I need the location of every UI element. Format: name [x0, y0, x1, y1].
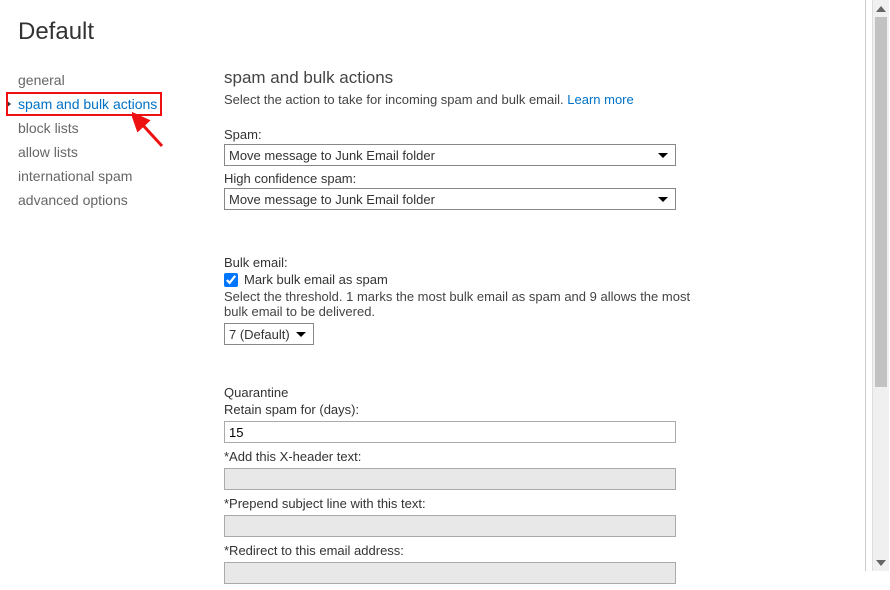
divider — [865, 0, 866, 571]
chevron-down-icon — [658, 153, 668, 158]
scroll-thumb[interactable] — [875, 17, 887, 387]
sidebar: general spam and bulk actions block list… — [18, 68, 182, 590]
spam-select-value: Move message to Junk Email folder — [229, 148, 435, 163]
section-description: Select the action to take for incoming s… — [224, 92, 812, 107]
spam-label: Spam: — [224, 127, 812, 142]
redirect-input — [224, 562, 676, 584]
chevron-down-icon — [658, 197, 668, 202]
sidebar-item-advanced-options[interactable]: advanced options — [18, 188, 182, 212]
xheader-label: *Add this X-header text: — [224, 449, 812, 464]
high-confidence-spam-select-value: Move message to Junk Email folder — [229, 192, 435, 207]
bulk-threshold-helper: Select the threshold. 1 marks the most b… — [224, 289, 714, 319]
prepend-subject-input — [224, 515, 676, 537]
retain-spam-input[interactable] — [224, 421, 676, 443]
section-title: spam and bulk actions — [224, 68, 812, 88]
sidebar-item-block-lists[interactable]: block lists — [18, 116, 182, 140]
spam-select[interactable]: Move message to Junk Email folder — [224, 144, 676, 166]
retain-spam-label: Retain spam for (days): — [224, 402, 812, 417]
redirect-label: *Redirect to this email address: — [224, 543, 812, 558]
sidebar-item-label: spam and bulk actions — [18, 96, 157, 112]
high-confidence-spam-select[interactable]: Move message to Junk Email folder — [224, 188, 676, 210]
scroll-down-button[interactable] — [873, 554, 889, 571]
prepend-subject-label: *Prepend subject line with this text: — [224, 496, 812, 511]
bulk-email-label: Bulk email: — [224, 255, 812, 270]
sidebar-item-allow-lists[interactable]: allow lists — [18, 140, 182, 164]
sidebar-item-spam-bulk[interactable]: spam and bulk actions — [18, 92, 182, 116]
main-panel: spam and bulk actions Select the action … — [182, 68, 822, 590]
scrollbar[interactable] — [872, 0, 889, 571]
xheader-input — [224, 468, 676, 490]
bulk-threshold-value: 7 (Default) — [229, 327, 290, 342]
mark-bulk-spam-checkbox[interactable] — [224, 273, 238, 287]
high-confidence-spam-label: High confidence spam: — [224, 171, 812, 186]
quarantine-heading: Quarantine — [224, 385, 812, 400]
selection-indicator-icon — [6, 100, 11, 108]
chevron-down-icon — [296, 332, 306, 337]
sidebar-item-general[interactable]: general — [18, 68, 182, 92]
learn-more-link[interactable]: Learn more — [567, 92, 633, 107]
scroll-up-button[interactable] — [873, 0, 889, 17]
sidebar-item-international-spam[interactable]: international spam — [18, 164, 182, 188]
bulk-threshold-select[interactable]: 7 (Default) — [224, 323, 314, 345]
page-title: Default — [18, 18, 890, 46]
mark-bulk-spam-label: Mark bulk email as spam — [244, 272, 388, 287]
